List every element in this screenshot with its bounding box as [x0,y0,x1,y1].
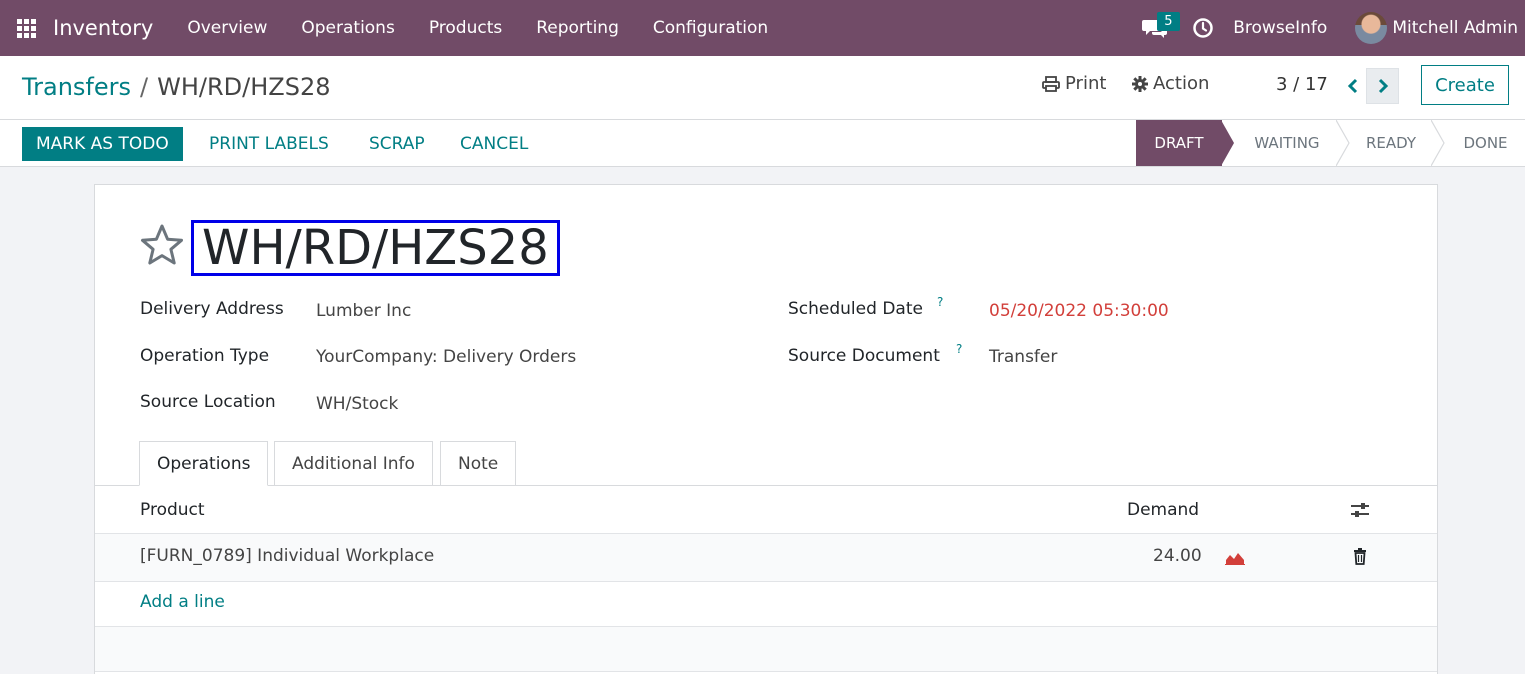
column-demand[interactable]: Demand [1127,500,1199,520]
chevron-right-icon [1378,78,1388,94]
menu-overview[interactable]: Overview [170,0,284,56]
top-navbar: Inventory Overview Operations Products R… [0,0,1525,56]
scheduled-date-help-icon[interactable]: ? [937,295,943,309]
chevron-left-icon [1347,78,1358,94]
pager-previous-button[interactable] [1340,68,1366,104]
gear-icon [1132,75,1148,92]
breadcrumb-separator: / [140,73,149,101]
add-line-row: Add a line [95,582,1437,627]
table-row[interactable]: [FURN_0789] Individual Workplace 24.00 [95,534,1437,582]
breadcrumb: Transfers / WH/RD/HZS28 [22,73,330,101]
transfer-reference-title: WH/RD/HZS28 [191,220,560,276]
source-location-label: Source Location [140,392,276,412]
menu-reporting[interactable]: Reporting [519,0,636,56]
form-sheet: WH/RD/HZS28 Delivery Address Lumber Inc … [94,184,1438,674]
user-menu[interactable]: Mitchell Admin [1392,18,1518,38]
breadcrumb-current: WH/RD/HZS28 [157,73,331,101]
source-document-help-icon[interactable]: ? [956,342,962,356]
navbar-systray: 5 BrowseInfo Mitchell Admin [1135,0,1525,56]
chat-count-badge: 5 [1157,12,1180,31]
print-labels-button[interactable]: PRINT LABELS [209,127,329,161]
scrap-button[interactable]: SCRAP [369,127,425,161]
apps-menu-icon[interactable] [0,0,53,56]
empty-table-row [95,627,1437,672]
menu-products[interactable]: Products [412,0,519,56]
messaging-button[interactable]: 5 [1135,0,1180,56]
operation-type-field[interactable]: YourCompany: Delivery Orders [316,347,576,367]
statusbar: MARK AS TODO PRINT LABELS SCRAP CANCEL D… [0,120,1525,167]
optional-columns-sliders-icon[interactable] [1350,501,1370,519]
activity-clock-icon[interactable] [1183,0,1223,56]
control-panel: Transfers / WH/RD/HZS28 Print Action 3 / 1… [0,56,1525,120]
printer-icon [1042,75,1060,92]
company-switcher[interactable]: BrowseInfo [1233,18,1327,38]
source-location-field[interactable]: WH/Stock [316,394,398,414]
add-a-line-link[interactable]: Add a line [140,592,225,612]
cancel-button[interactable]: CANCEL [460,127,528,161]
main-menu: Overview Operations Products Reporting C… [170,0,785,56]
stage-separator [1431,120,1445,166]
menu-configuration[interactable]: Configuration [636,0,785,56]
trash-icon[interactable] [1353,548,1367,565]
stage-ready[interactable]: READY [1350,120,1432,166]
delivery-address-field[interactable]: Lumber Inc [316,301,411,321]
column-product[interactable]: Product [140,500,205,520]
tab-operations[interactable]: Operations [139,441,269,486]
row-demand[interactable]: 24.00 [1153,546,1202,566]
print-button[interactable]: Print [1042,73,1106,94]
operation-type-label: Operation Type [140,346,270,366]
user-avatar[interactable] [1355,12,1388,44]
scheduled-date-label: Scheduled Date [788,299,923,319]
star-icon[interactable] [139,223,185,267]
tab-additional-info[interactable]: Additional Info [274,441,433,486]
app-name[interactable]: Inventory [53,16,153,40]
menu-operations[interactable]: Operations [284,0,411,56]
stage-arrow-active [1221,120,1234,166]
mark-as-todo-button[interactable]: MARK AS TODO [22,127,183,161]
pager-next-button[interactable] [1366,68,1399,104]
source-document-field[interactable]: Transfer [989,347,1057,367]
clock-icon [1193,18,1213,38]
tab-note[interactable]: Note [440,441,517,486]
scheduled-date-field[interactable]: 05/20/2022 05:30:00 [989,301,1169,321]
stage-draft[interactable]: DRAFT [1136,120,1222,166]
stage-done[interactable]: DONE [1446,120,1525,166]
delivery-address-label: Delivery Address [140,299,284,319]
pager-value[interactable]: 3 / 17 [1276,74,1328,95]
stage-separator [1336,120,1350,166]
row-product[interactable]: [FURN_0789] Individual Workplace [140,546,434,566]
forecast-area-chart-icon[interactable] [1225,551,1245,565]
action-label: Action [1153,73,1210,94]
create-button[interactable]: Create [1421,65,1509,105]
breadcrumb-transfers-link[interactable]: Transfers [22,73,131,101]
source-document-label: Source Document [788,346,940,366]
stage-waiting[interactable]: WAITING [1236,120,1338,166]
action-button[interactable]: Action [1132,73,1209,94]
print-label: Print [1065,73,1107,94]
operations-table-header: Product Demand [95,486,1437,534]
